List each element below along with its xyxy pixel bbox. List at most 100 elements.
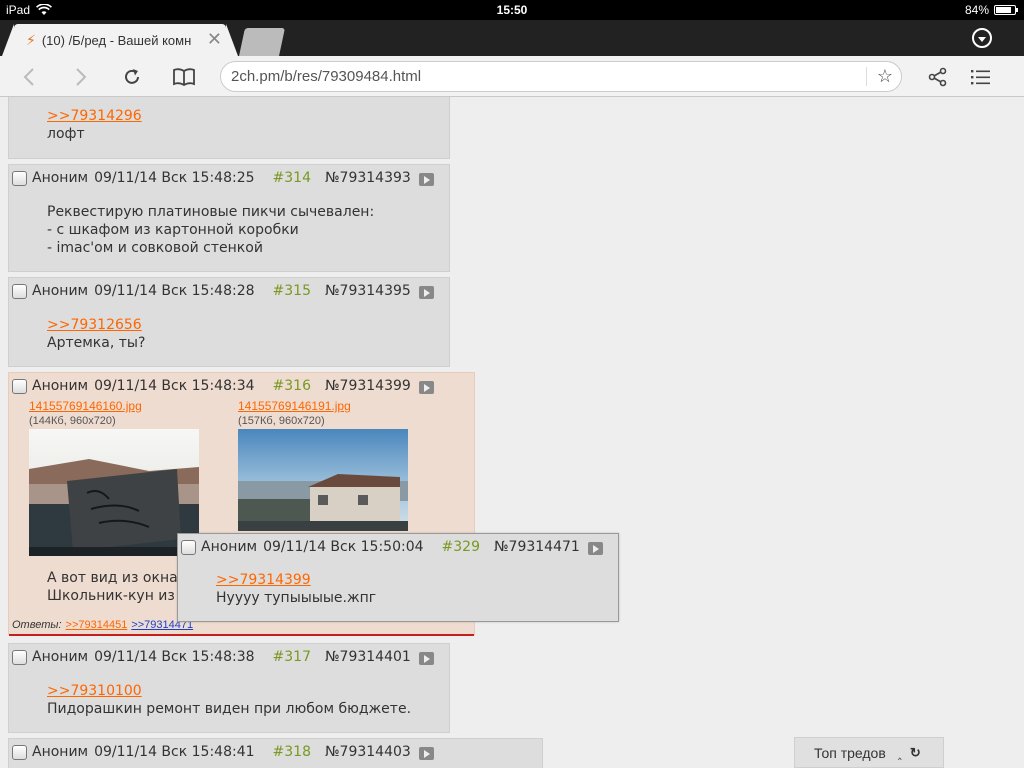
thumbnail-2[interactable] bbox=[238, 429, 408, 531]
post-id[interactable]: №79314401 bbox=[325, 649, 411, 665]
battery-icon bbox=[994, 5, 1018, 15]
post-header: Аноним 09/11/14 Вск 15:48:28 #315 №79314… bbox=[12, 283, 434, 299]
reader-button[interactable] bbox=[171, 64, 197, 90]
post-date: 09/11/14 Вск 15:50:04 bbox=[263, 539, 424, 555]
post-header: Аноним 09/11/14 Вск 15:48:25 #314 №79314… bbox=[12, 170, 434, 186]
tab-strip: ⚡︎ (10) /Б/ред - Вашей комн ✕ bbox=[0, 20, 1024, 56]
back-button[interactable] bbox=[16, 64, 42, 90]
post-date: 09/11/14 Вск 15:48:38 bbox=[94, 649, 255, 665]
poster-name: Аноним bbox=[32, 170, 89, 186]
play-icon[interactable] bbox=[418, 172, 434, 186]
select-checkbox[interactable] bbox=[12, 170, 27, 186]
replies-row: Ответы: >>79314451 >>79314471 bbox=[12, 619, 193, 631]
play-icon[interactable] bbox=[587, 541, 603, 555]
poster-name: Аноним bbox=[32, 283, 89, 299]
post-preview-popup: Аноним 09/11/14 Вск 15:50:04 #329 №79314… bbox=[177, 533, 619, 622]
poster-name: Аноним bbox=[201, 539, 258, 555]
chevron-left-icon bbox=[23, 68, 34, 86]
photo-street-view bbox=[238, 429, 408, 531]
post-body: >>79314296 лофт bbox=[47, 107, 142, 143]
play-icon[interactable] bbox=[418, 285, 434, 299]
new-tab-button[interactable] bbox=[239, 28, 285, 56]
post-id[interactable]: №79314399 bbox=[325, 378, 411, 394]
reply-link-1[interactable]: >>79314451 bbox=[66, 619, 128, 631]
top-threads-button[interactable]: Топ тредов ‸ ↻ bbox=[794, 737, 944, 768]
post-date: 09/11/14 Вск 15:48:41 bbox=[94, 744, 255, 760]
file-link-2[interactable]: 14155769146191.jpg bbox=[238, 399, 351, 413]
post-text: Пидорашкин ремонт виден при любом бюджет… bbox=[47, 701, 412, 717]
file-link-1[interactable]: 14155769146160.jpg bbox=[29, 399, 142, 413]
status-bar: iPad 15:50 84% bbox=[0, 0, 1024, 20]
double-chevron-up-icon: ‸ bbox=[897, 745, 902, 760]
replies-label: Ответы: bbox=[12, 619, 62, 631]
lightning-icon: ⚡︎ bbox=[26, 31, 36, 48]
refresh-icon[interactable]: ↻ bbox=[910, 745, 921, 761]
post-number[interactable]: #316 bbox=[273, 378, 311, 394]
post-315: Аноним 09/11/14 Вск 15:48:28 #315 №79314… bbox=[8, 277, 450, 367]
select-checkbox[interactable] bbox=[12, 744, 27, 760]
post-date: 09/11/14 Вск 15:48:25 bbox=[94, 170, 255, 186]
file-info-1: (144Кб, 960x720) bbox=[29, 415, 116, 427]
post-date: 09/11/14 Вск 15:48:34 bbox=[94, 378, 255, 394]
tab-title: (10) /Б/ред - Вашей комн bbox=[41, 32, 192, 48]
thumbnail-1[interactable] bbox=[29, 429, 199, 556]
post-date: 09/11/14 Вск 15:48:28 bbox=[94, 283, 255, 299]
post-header: Аноним 09/11/14 Вск 15:48:34 #316 №79314… bbox=[12, 378, 434, 394]
clock: 15:50 bbox=[496, 3, 528, 17]
share-button[interactable] bbox=[925, 64, 951, 90]
post-id[interactable]: №79314395 bbox=[325, 283, 411, 299]
status-right: 84% bbox=[965, 3, 1018, 17]
select-checkbox[interactable] bbox=[12, 649, 27, 665]
star-icon[interactable]: ☆ bbox=[877, 62, 893, 91]
post-partial: >>79314296 лофт bbox=[8, 97, 450, 159]
post-body: >>79314399 Нуууу тупыыыые.жпг bbox=[216, 571, 376, 607]
tab-active[interactable]: ⚡︎ (10) /Б/ред - Вашей комн ✕ bbox=[2, 24, 238, 56]
post-317: Аноним 09/11/14 Вск 15:48:38 #317 №79314… bbox=[8, 643, 450, 733]
battery-level bbox=[996, 7, 1012, 13]
reply-link[interactable]: >>79312656 bbox=[47, 317, 142, 333]
forward-button[interactable] bbox=[68, 64, 94, 90]
post-318: Аноним 09/11/14 Вск 15:48:41 #318 №79314… bbox=[8, 738, 543, 768]
poster-name: Аноним bbox=[32, 649, 89, 665]
highlight-underline bbox=[9, 634, 474, 636]
file-info-2: (157Кб, 960x720) bbox=[238, 415, 325, 427]
post-number[interactable]: #329 bbox=[442, 539, 480, 555]
address-bar[interactable]: 2ch.pm/b/res/79309484.html ☆ bbox=[220, 61, 902, 92]
post-text: Нуууу тупыыыые.жпг bbox=[216, 590, 377, 606]
post-number[interactable]: #317 bbox=[273, 649, 311, 665]
thread-content: >>79314296 лофт Аноним 09/11/14 Вск 15:4… bbox=[0, 97, 1024, 768]
play-icon[interactable] bbox=[418, 651, 434, 665]
reply-link[interactable]: >>79314399 bbox=[216, 572, 311, 588]
chevron-down-circle-icon[interactable] bbox=[972, 28, 992, 48]
book-icon bbox=[173, 68, 195, 86]
poster-name: Аноним bbox=[32, 744, 89, 760]
reload-icon bbox=[125, 69, 139, 84]
list-icon bbox=[971, 70, 990, 85]
post-id[interactable]: №79314471 bbox=[494, 539, 580, 555]
post-number[interactable]: #318 bbox=[273, 744, 311, 760]
poster-name: Аноним bbox=[32, 378, 89, 394]
menu-button[interactable] bbox=[968, 64, 994, 90]
browser-toolbar: 2ch.pm/b/res/79309484.html ☆ bbox=[0, 56, 1024, 97]
post-body: >>79312656 Артемка, ты? bbox=[47, 316, 145, 352]
post-header: Аноним 09/11/14 Вск 15:50:04 #329 №79314… bbox=[181, 539, 603, 555]
photo-window-view bbox=[29, 429, 199, 556]
reply-link[interactable]: >>79310100 bbox=[47, 683, 142, 699]
play-icon[interactable] bbox=[418, 746, 434, 760]
reload-button[interactable] bbox=[119, 64, 145, 90]
post-id[interactable]: №79314393 bbox=[325, 170, 411, 186]
post-id[interactable]: №79314403 bbox=[325, 744, 411, 760]
url-text: 2ch.pm/b/res/79309484.html bbox=[231, 68, 422, 85]
select-checkbox[interactable] bbox=[12, 378, 27, 394]
post-body: >>79310100 Пидорашкин ремонт виден при л… bbox=[47, 682, 411, 718]
close-icon[interactable]: ✕ bbox=[207, 29, 222, 50]
post-number[interactable]: #315 bbox=[273, 283, 311, 299]
share-icon bbox=[928, 67, 947, 87]
select-checkbox[interactable] bbox=[181, 539, 196, 555]
play-icon[interactable] bbox=[418, 380, 434, 394]
post-314: Аноним 09/11/14 Вск 15:48:25 #314 №79314… bbox=[8, 164, 450, 272]
post-number[interactable]: #314 bbox=[273, 170, 311, 186]
reply-link[interactable]: >>79314296 bbox=[47, 108, 142, 124]
select-checkbox[interactable] bbox=[12, 283, 27, 299]
post-text: Реквестирую платиновые пикчи сычевален: … bbox=[47, 204, 375, 256]
